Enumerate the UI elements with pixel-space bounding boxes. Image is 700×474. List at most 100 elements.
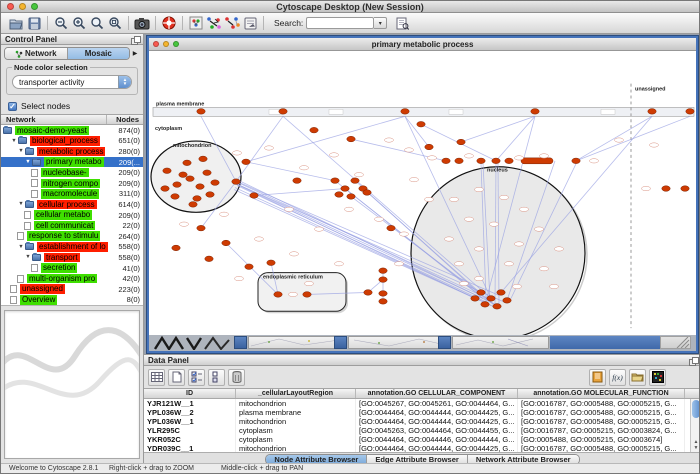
tree-item-label[interactable]: establishment of lo — [37, 242, 108, 252]
node-label-oval[interactable] — [540, 154, 549, 158]
node-label-oval[interactable] — [400, 232, 409, 236]
network-node[interactable] — [245, 264, 253, 270]
table-cell[interactable]: mitochondrion — [236, 417, 356, 426]
network-node[interactable] — [205, 256, 213, 262]
network-node[interactable] — [379, 291, 387, 297]
network-node[interactable] — [363, 190, 371, 196]
network-node[interactable] — [222, 240, 230, 246]
minimized-window-icon[interactable] — [234, 336, 247, 349]
network-node[interactable] — [196, 184, 204, 190]
network-node[interactable] — [442, 158, 450, 164]
table-row[interactable]: YPL036W__2plasma membrane[GO:0044464, GO… — [144, 408, 700, 417]
network-tree-row[interactable]: ▼biological_process651(0) — [1, 136, 143, 147]
scrollbar-thumb[interactable] — [692, 400, 700, 418]
node-label-oval[interactable] — [425, 197, 434, 201]
tab-network[interactable]: Network — [5, 48, 67, 59]
select-attributes-icon[interactable] — [188, 369, 205, 386]
table-cell[interactable]: YPL036W__2 — [144, 408, 236, 417]
formula-fx-icon[interactable]: f(x) — [609, 369, 626, 386]
band-label-box[interactable] — [329, 109, 343, 114]
zoom-in-icon[interactable] — [70, 15, 88, 32]
save-session-icon[interactable] — [25, 15, 43, 32]
network-node[interactable] — [531, 109, 539, 115]
resize-grip[interactable] — [660, 336, 691, 349]
network-node[interactable] — [492, 158, 500, 164]
node-label-oval[interactable] — [515, 156, 524, 160]
minimized-window-icon[interactable] — [438, 336, 451, 349]
network-node[interactable] — [681, 186, 689, 192]
tree-item-label[interactable]: transport — [44, 253, 80, 263]
network-tree-row[interactable]: Overview8(0) — [1, 295, 143, 306]
table-cell[interactable]: YPL036W__1 — [144, 417, 236, 426]
network-node[interactable] — [347, 136, 355, 142]
network-graph[interactable]: plasma membranecytoplasmmitochondrionnuc… — [149, 51, 696, 335]
network-node[interactable] — [232, 179, 240, 185]
network-node[interactable] — [171, 194, 179, 200]
expand-arrow-icon[interactable]: ▼ — [24, 159, 32, 165]
network-tree-row[interactable]: unassigned223(0) — [1, 284, 143, 295]
node-label-oval[interactable] — [255, 237, 264, 241]
table-cell[interactable]: [GO:0005488, GO:0005215, GO:0003674] — [518, 435, 685, 444]
table-cell[interactable]: YKR052C — [144, 435, 236, 444]
network-tree-row[interactable]: nucleobase-209(0) — [1, 167, 143, 178]
table-column-header[interactable]: _cellularLayoutRegion — [236, 389, 356, 398]
node-label-oval[interactable] — [590, 159, 599, 163]
tree-item-label[interactable]: cellular process — [37, 200, 97, 210]
network-node[interactable] — [493, 304, 501, 310]
network-node[interactable] — [206, 192, 214, 198]
network-node[interactable] — [267, 260, 275, 266]
node-label-oval[interactable] — [460, 281, 469, 285]
tree-item-label[interactable]: nucleobase- — [41, 168, 89, 178]
band-label-box[interactable] — [601, 109, 615, 114]
open-file-icon[interactable] — [7, 15, 25, 32]
network-node[interactable] — [211, 180, 219, 186]
table-cell[interactable]: [GO:0045267, GO:0045261, GO:0044464, G..… — [356, 399, 518, 408]
network-node[interactable] — [189, 202, 197, 208]
network-edge[interactable] — [246, 162, 335, 181]
node-label-oval[interactable] — [650, 143, 659, 147]
network-tree-row[interactable]: macromolecule311(0) — [1, 189, 143, 200]
table-cell[interactable]: YLR295C — [144, 426, 236, 435]
network-node[interactable] — [648, 109, 656, 115]
search-dropdown-button[interactable]: ▾ — [374, 17, 387, 29]
node-label-oval[interactable] — [500, 195, 509, 199]
expand-arrow-icon[interactable]: ▼ — [17, 201, 25, 207]
float-panel-icon[interactable] — [131, 36, 139, 43]
node-label-oval[interactable] — [305, 281, 314, 285]
layout-spring-icon[interactable] — [205, 15, 223, 32]
table-row[interactable]: YKR052Ccytoplasm[GO:0044464, GO:0044446,… — [144, 435, 700, 444]
window-titlebar[interactable]: Cytoscape Desktop (New Session) — [1, 1, 699, 13]
unified-view-icon[interactable] — [208, 369, 225, 386]
import-folder-icon[interactable] — [629, 369, 646, 386]
expand-arrow-icon[interactable]: ▼ — [17, 148, 25, 154]
snapshot-camera-icon[interactable] — [133, 15, 151, 32]
network-node[interactable] — [172, 245, 180, 251]
tree-item-label[interactable]: multi-organism pro — [27, 274, 97, 284]
network-edge[interactable] — [576, 116, 690, 161]
node-label-oval[interactable] — [615, 138, 624, 142]
network-edge[interactable] — [576, 116, 652, 161]
table-cell[interactable]: YJR121W__1 — [144, 399, 236, 408]
node-label-oval[interactable] — [289, 292, 298, 296]
advanced-search-icon[interactable] — [393, 15, 411, 32]
table-vertical-scrollbar[interactable]: ▲▼ — [690, 399, 700, 452]
tree-item-label[interactable]: metabolic process — [37, 147, 105, 157]
node-label-oval[interactable] — [515, 242, 524, 246]
zoom-fit-icon[interactable] — [88, 15, 106, 32]
table-cell[interactable]: [GO:0016787, GO:0005215, GO:0003824, G..… — [518, 426, 685, 435]
node-label-oval[interactable] — [285, 207, 294, 211]
network-node[interactable] — [417, 121, 425, 127]
table-row[interactable]: YPL036W__1mitochondrion[GO:0044464, GO:0… — [144, 417, 700, 426]
network-node[interactable] — [293, 178, 301, 184]
node-label-oval[interactable] — [265, 146, 274, 150]
network-window-titlebar[interactable]: primary metabolic process — [149, 38, 696, 51]
network-node[interactable] — [173, 182, 181, 188]
network-node[interactable] — [572, 158, 580, 164]
table-cell[interactable]: [GO:0016787, GO:0005488, GO:0005215, G..… — [518, 399, 685, 408]
tree-item-label[interactable]: nitrogen compo — [41, 179, 100, 189]
network-edge[interactable] — [246, 116, 405, 162]
expand-arrow-icon[interactable]: ▼ — [17, 244, 25, 250]
table-row[interactable]: YLR295Ccytoplasm[GO:0045263, GO:0044464,… — [144, 426, 700, 435]
attribute-grid-icon[interactable] — [148, 369, 165, 386]
search-input[interactable] — [306, 17, 374, 29]
